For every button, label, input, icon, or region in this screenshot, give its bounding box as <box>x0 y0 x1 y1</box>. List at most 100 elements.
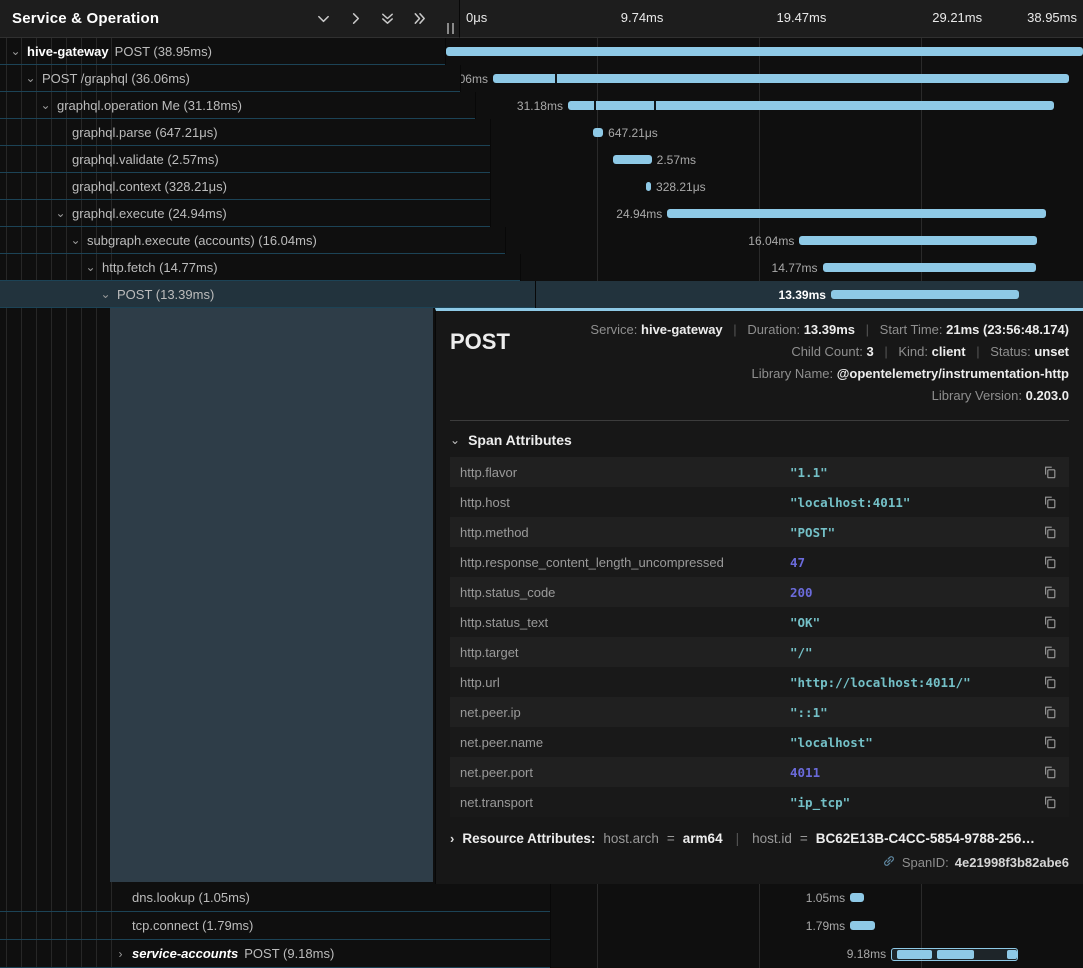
start-time-value: 21ms (23:56:48.174) <box>946 322 1069 337</box>
span-row[interactable]: graphql.validate (2.57ms) 2.57ms <box>0 146 1083 173</box>
copy-icon[interactable] <box>1041 643 1059 661</box>
copy-icon[interactable] <box>1041 793 1059 811</box>
chevron-right-icon[interactable]: › <box>115 948 126 960</box>
span-name-cell[interactable]: ⌄ POST /graphql (36.06ms) <box>0 65 460 92</box>
span-operation-label: tcp.connect (1.79ms) <box>132 918 253 933</box>
chevron-down-icon[interactable]: ⌄ <box>10 45 21 57</box>
chevron-down-icon[interactable]: ⌄ <box>25 72 36 84</box>
span-timeline-cell[interactable]: 38.95ms <box>445 38 1083 65</box>
span-duration-label: 16.04ms <box>748 234 794 248</box>
span-timeline-cell[interactable]: 647.21μs <box>490 119 1083 146</box>
attribute-value: "1.1" <box>790 465 1041 480</box>
copy-icon[interactable] <box>1041 583 1059 601</box>
span-duration-bar[interactable] <box>850 921 874 930</box>
span-duration-bar[interactable] <box>891 948 1018 961</box>
span-name-cell[interactable]: graphql.context (328.21μs) <box>0 173 490 200</box>
span-duration-bar[interactable] <box>823 263 1036 272</box>
span-row[interactable]: ⌄ graphql.execute (24.94ms) 24.94ms <box>0 200 1083 227</box>
span-row[interactable]: ⌄ subgraph.execute (accounts) (16.04ms) … <box>0 227 1083 254</box>
span-duration-bar[interactable] <box>593 128 603 137</box>
span-name-cell[interactable]: ⌄ http.fetch (14.77ms) <box>0 254 520 281</box>
library-name-label: Library Name: <box>751 366 833 381</box>
copy-icon[interactable] <box>1041 733 1059 751</box>
copy-icon[interactable] <box>1041 703 1059 721</box>
chevron-down-icon[interactable]: ⌄ <box>85 261 96 273</box>
span-duration-bar[interactable] <box>799 236 1037 245</box>
chevron-down-icon[interactable] <box>316 11 331 26</box>
copy-icon[interactable] <box>1041 463 1059 481</box>
chevron-down-icon[interactable]: ⌄ <box>70 234 81 246</box>
span-name-cell[interactable]: ⌄ POST (13.39ms) <box>0 281 535 308</box>
span-row[interactable]: › service-accounts POST (9.18ms) 9.18ms <box>0 940 1083 968</box>
span-timeline-cell[interactable]: 36.06ms <box>460 65 1083 92</box>
span-operation-label: POST /graphql (36.06ms) <box>42 71 190 86</box>
span-duration-bar[interactable] <box>446 47 1083 56</box>
span-row[interactable]: dns.lookup (1.05ms) 1.05ms <box>0 884 1083 912</box>
span-timeline-cell[interactable]: 2.57ms <box>490 146 1083 173</box>
span-duration-bar[interactable] <box>493 74 1069 83</box>
span-name-cell[interactable]: graphql.validate (2.57ms) <box>0 146 490 173</box>
double-chevron-down-icon[interactable] <box>380 11 395 26</box>
span-timeline-cell[interactable]: 31.18ms <box>475 92 1083 119</box>
span-duration-bar[interactable] <box>613 155 652 164</box>
double-chevron-right-icon[interactable] <box>412 11 427 26</box>
span-row[interactable]: ⌄ http.fetch (14.77ms) 14.77ms <box>0 254 1083 281</box>
copy-icon[interactable] <box>1041 763 1059 781</box>
span-row-selected[interactable]: ⌄ POST (13.39ms) 13.39ms <box>0 281 1083 308</box>
attribute-key: http.url <box>460 675 790 690</box>
chevron-down-icon[interactable]: ⌄ <box>55 207 66 219</box>
span-attributes-section-toggle[interactable]: ⌄ Span Attributes <box>450 432 572 448</box>
trace-viewer: Service & Operation 0μs 9.74ms 19.4 <box>0 0 1083 968</box>
span-name-cell[interactable]: › service-accounts POST (9.18ms) <box>0 940 550 968</box>
span-row[interactable]: ⌄ POST /graphql (36.06ms) 36.06ms <box>0 65 1083 92</box>
tree-controls <box>316 11 427 26</box>
kind-value: client <box>932 344 966 359</box>
span-duration-bar[interactable] <box>831 290 1019 299</box>
span-name-cell[interactable]: ⌄ graphql.operation Me (31.18ms) <box>0 92 475 119</box>
column-resize-handle[interactable] <box>447 23 454 34</box>
span-timeline-cell[interactable]: 16.04ms <box>505 227 1083 254</box>
span-name-cell[interactable]: ⌄ graphql.execute (24.94ms) <box>0 200 490 227</box>
chevron-right-icon[interactable] <box>348 11 363 26</box>
span-name-cell[interactable]: ⌄ subgraph.execute (accounts) (16.04ms) <box>0 227 505 254</box>
span-row[interactable]: graphql.context (328.21μs) 328.21μs <box>0 173 1083 200</box>
copy-icon[interactable] <box>1041 493 1059 511</box>
span-row[interactable]: ⌄ graphql.operation Me (31.18ms) 31.18ms <box>0 92 1083 119</box>
span-timeline-cell[interactable]: 328.21μs <box>490 173 1083 200</box>
span-operation-label: POST (13.39ms) <box>117 287 214 302</box>
span-timeline-cell[interactable]: 13.39ms <box>535 281 1083 308</box>
copy-icon[interactable] <box>1041 553 1059 571</box>
attribute-row: http.response_content_length_uncompresse… <box>450 547 1069 577</box>
resource-attribute-key: host.arch <box>603 831 659 846</box>
span-timeline-cell[interactable]: 1.79ms <box>550 912 1083 940</box>
span-timeline-cell[interactable]: 1.05ms <box>550 884 1083 912</box>
link-icon[interactable] <box>882 854 896 871</box>
span-duration-bar[interactable] <box>646 182 651 191</box>
span-row[interactable]: tcp.connect (1.79ms) 1.79ms <box>0 912 1083 940</box>
copy-icon[interactable] <box>1041 613 1059 631</box>
chevron-down-icon[interactable]: ⌄ <box>100 288 111 300</box>
span-detail-indent-area <box>0 308 435 884</box>
attribute-key: http.status_code <box>460 585 790 600</box>
span-duration-bar[interactable] <box>568 101 1054 110</box>
span-duration-label: 24.94ms <box>616 207 662 221</box>
copy-icon[interactable] <box>1041 523 1059 541</box>
span-timeline-cell[interactable]: 24.94ms <box>490 200 1083 227</box>
copy-icon[interactable] <box>1041 673 1059 691</box>
resource-attributes-toggle[interactable]: › Resource Attributes: host.arch = arm64… <box>450 831 1069 846</box>
attribute-key: net.peer.ip <box>460 705 790 720</box>
span-name-cell[interactable]: dns.lookup (1.05ms) <box>0 884 550 912</box>
span-name-cell[interactable]: graphql.parse (647.21μs) <box>0 119 490 146</box>
span-timeline-cell[interactable]: 14.77ms <box>520 254 1083 281</box>
span-id-row: SpanID: 4e21998f3b82abe6 <box>450 854 1069 871</box>
chevron-down-icon[interactable]: ⌄ <box>40 99 51 111</box>
span-duration-label: 647.21μs <box>608 126 658 140</box>
span-name-cell[interactable]: ⌄ hive-gateway POST (38.95ms) <box>0 38 445 65</box>
service-label: Service: <box>590 322 637 337</box>
span-duration-bar[interactable] <box>850 893 864 902</box>
span-name-cell[interactable]: tcp.connect (1.79ms) <box>0 912 550 940</box>
span-duration-bar[interactable] <box>667 209 1046 218</box>
span-timeline-cell[interactable]: 9.18ms <box>550 940 1083 968</box>
span-row[interactable]: ⌄ hive-gateway POST (38.95ms) 38.95ms <box>0 38 1083 65</box>
span-row[interactable]: graphql.parse (647.21μs) 647.21μs <box>0 119 1083 146</box>
